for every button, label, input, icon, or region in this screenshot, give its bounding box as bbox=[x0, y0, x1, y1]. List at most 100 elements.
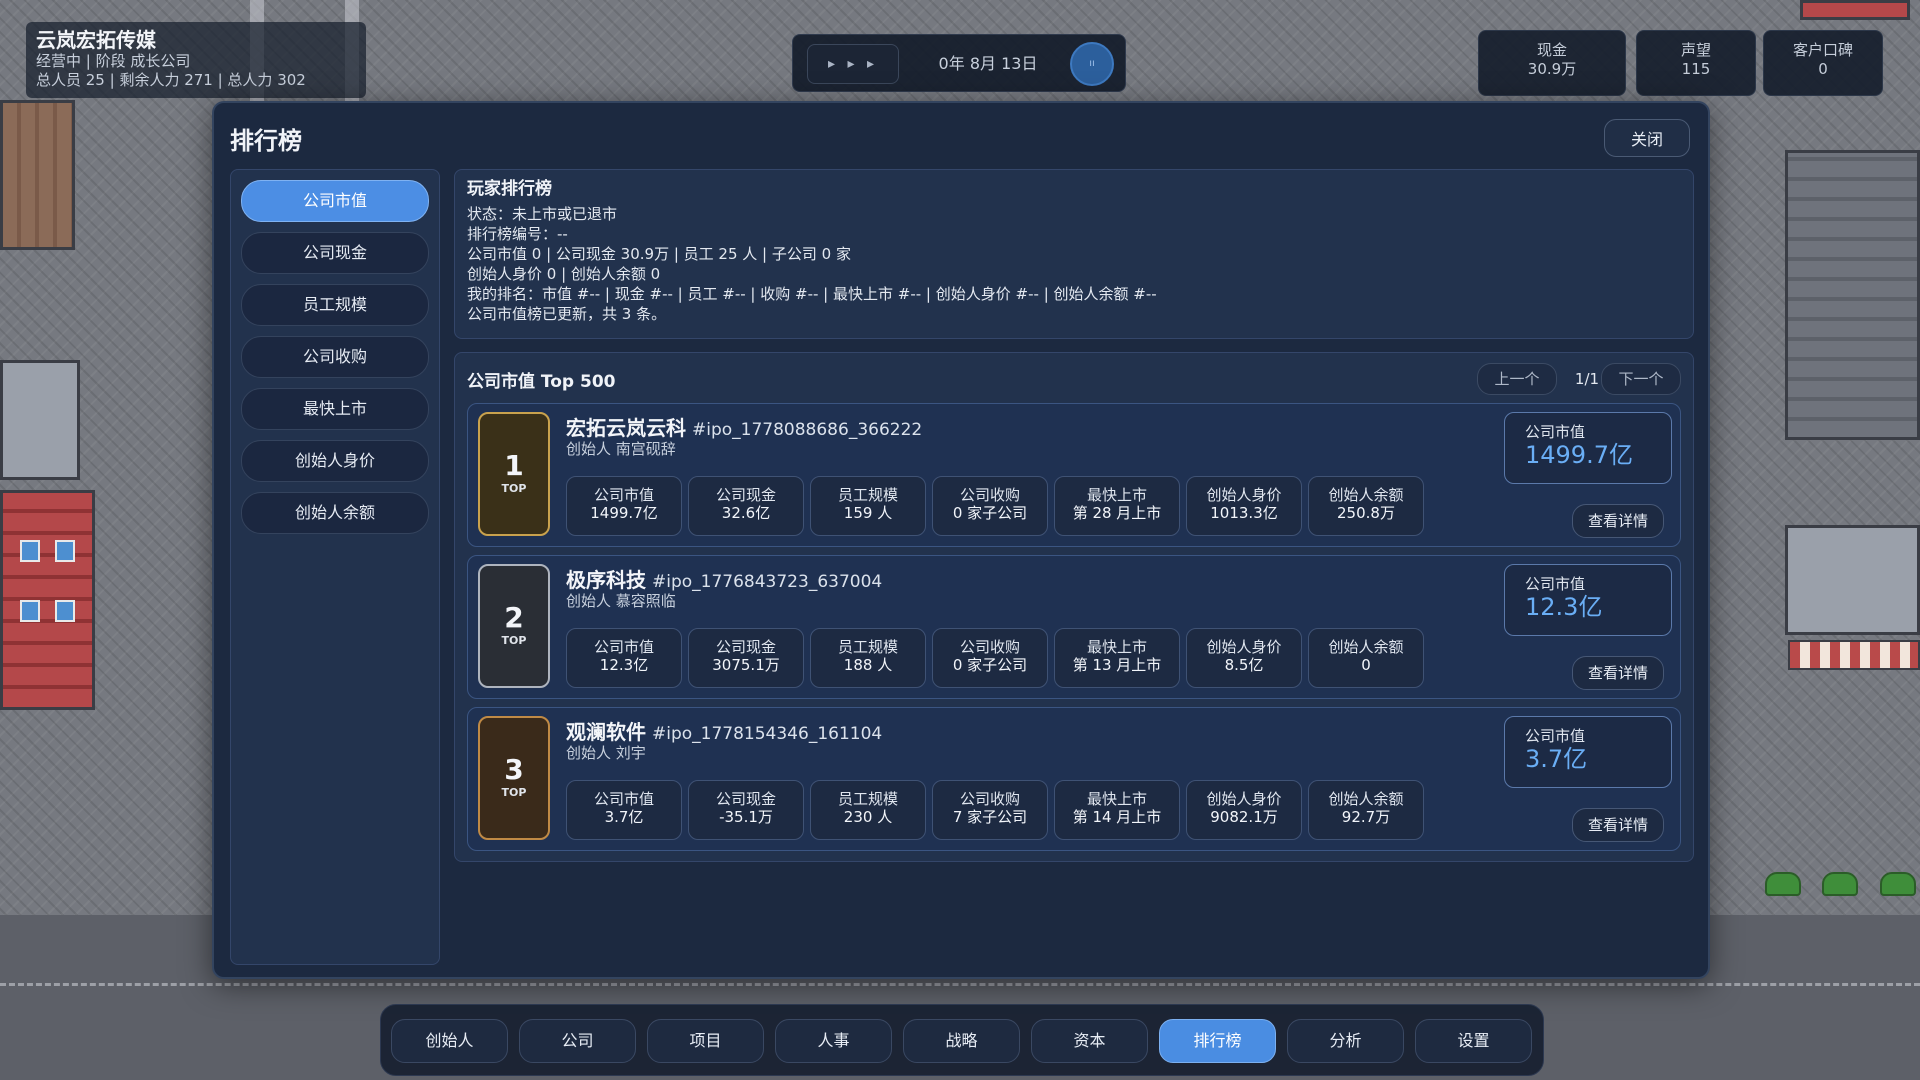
rank-badge-silver: 2 TOP bbox=[478, 564, 550, 688]
metric-value: 3075.1万 bbox=[712, 656, 780, 674]
map-tree bbox=[1765, 872, 1801, 896]
pause-button[interactable]: ıı bbox=[1070, 42, 1114, 86]
map-building bbox=[0, 360, 80, 480]
company-founder: 创始人 刘宇 bbox=[566, 744, 646, 762]
leaderboard-modal: 排行榜 关闭 公司市值 公司现金 员工规模 公司收购 最快上市 创始人身价 创始… bbox=[212, 101, 1710, 979]
nav-analysis[interactable]: 分析 bbox=[1287, 1019, 1404, 1063]
map-tree bbox=[1822, 872, 1858, 896]
metric-staff: 员工规模 159 人 bbox=[810, 476, 926, 536]
nav-settings[interactable]: 设置 bbox=[1415, 1019, 1532, 1063]
nav-projects[interactable]: 项目 bbox=[647, 1019, 764, 1063]
category-founder-worth[interactable]: 创始人身价 bbox=[241, 440, 429, 482]
metric-acquisitions: 公司收购 0 家子公司 bbox=[932, 476, 1048, 536]
category-market-value[interactable]: 公司市值 bbox=[241, 180, 429, 222]
view-details-button[interactable]: 查看详情 bbox=[1572, 656, 1664, 690]
prev-page-button[interactable]: 上一个 bbox=[1477, 363, 1557, 395]
metric-label: 公司市值 bbox=[593, 790, 654, 808]
company-title: 宏拓云岚云科 #ipo_1778088686_366222 bbox=[566, 412, 922, 441]
rank-number: 1 bbox=[504, 449, 524, 482]
stat-label: 客户口碑 bbox=[1792, 41, 1853, 59]
company-name: 观澜软件 bbox=[566, 720, 646, 744]
nav-capital[interactable]: 资本 bbox=[1031, 1019, 1148, 1063]
ranking-entry: 1 TOP 宏拓云岚云科 #ipo_1778088686_366222 创始人 南… bbox=[467, 403, 1681, 547]
map-window bbox=[20, 540, 40, 562]
market-value-amount: 1499.7亿 bbox=[1525, 441, 1633, 469]
player-ranking-title: 玩家排行榜 bbox=[467, 179, 552, 199]
metric-label: 公司市值 bbox=[593, 486, 654, 504]
rank-badge-bronze: 3 TOP bbox=[478, 716, 550, 840]
metric-value: 230 人 bbox=[843, 808, 893, 826]
ranking-entry: 3 TOP 观澜软件 #ipo_1778154346_161104 创始人 刘宇 … bbox=[467, 707, 1681, 851]
metric-value: 第 14 月上市 bbox=[1072, 808, 1162, 826]
metric-value: 7 家子公司 bbox=[952, 808, 1028, 826]
category-founder-balance[interactable]: 创始人余额 bbox=[241, 492, 429, 534]
company-status-hud: 云岚宏拓传媒 经营中 | 阶段 成长公司 总人员 25 | 剩余人力 271 |… bbox=[26, 22, 366, 98]
nav-founder[interactable]: 创始人 bbox=[391, 1019, 508, 1063]
player-update-line: 公司市值榜已更新，共 3 条。 bbox=[467, 305, 667, 323]
metric-cash: 公司现金 3075.1万 bbox=[688, 628, 804, 688]
metric-staff: 员工规模 230 人 bbox=[810, 780, 926, 840]
map-building bbox=[1785, 525, 1920, 635]
metric-market-value: 公司市值 12.3亿 bbox=[566, 628, 682, 688]
metric-label: 公司收购 bbox=[959, 486, 1020, 504]
stat-value: 30.9万 bbox=[1527, 60, 1577, 78]
metric-label: 创始人身价 bbox=[1206, 790, 1282, 808]
category-acquisitions[interactable]: 公司收购 bbox=[241, 336, 429, 378]
company-name: 云岚宏拓传媒 bbox=[36, 28, 156, 52]
metric-value: 159 人 bbox=[843, 504, 893, 522]
metric-founder-balance: 创始人余额 250.8万 bbox=[1308, 476, 1424, 536]
nav-strategy[interactable]: 战略 bbox=[903, 1019, 1020, 1063]
stat-cash: 现金 30.9万 bbox=[1478, 30, 1626, 96]
stat-value: 115 bbox=[1681, 60, 1711, 78]
metric-founder-balance: 创始人余额 92.7万 bbox=[1308, 780, 1424, 840]
company-founder: 创始人 慕容照临 bbox=[566, 592, 676, 610]
metric-label: 创始人身价 bbox=[1206, 638, 1282, 656]
time-control-bar: ▸ ▸ ▸ 0年 8月 13日 ıı bbox=[792, 34, 1126, 92]
metric-cash: 公司现金 -35.1万 bbox=[688, 780, 804, 840]
game-speed-button[interactable]: ▸ ▸ ▸ bbox=[807, 44, 899, 84]
market-value-highlight: 公司市值 12.3亿 bbox=[1504, 564, 1672, 636]
nav-leaderboard[interactable]: 排行榜 bbox=[1159, 1019, 1276, 1063]
player-ranking-panel: 玩家排行榜 状态：未上市或已退市 排行榜编号：-- 公司市值 0 | 公司现金 … bbox=[454, 169, 1694, 339]
metric-label: 最快上市 bbox=[1086, 790, 1147, 808]
company-title: 极序科技 #ipo_1776843723_637004 bbox=[566, 564, 882, 593]
metric-value: 1013.3亿 bbox=[1210, 504, 1278, 522]
metric-founder-worth: 创始人身价 9082.1万 bbox=[1186, 780, 1302, 840]
stat-label: 现金 bbox=[1536, 41, 1567, 59]
metric-fastest-ipo: 最快上市第 13 月上市 bbox=[1054, 628, 1180, 688]
metric-fastest-ipo: 最快上市第 14 月上市 bbox=[1054, 780, 1180, 840]
nav-company[interactable]: 公司 bbox=[519, 1019, 636, 1063]
metric-value: 1499.7亿 bbox=[590, 504, 658, 522]
map-building bbox=[1800, 0, 1910, 20]
metric-value: 3.7亿 bbox=[604, 808, 644, 826]
metric-cash: 公司现金 32.6亿 bbox=[688, 476, 804, 536]
rank-number: 2 bbox=[504, 601, 524, 634]
metric-value: 0 bbox=[1361, 656, 1371, 674]
category-fastest-ipo[interactable]: 最快上市 bbox=[241, 388, 429, 430]
metric-label: 员工规模 bbox=[837, 638, 898, 656]
player-board-id-line: 排行榜编号：-- bbox=[467, 225, 568, 243]
category-sidebar: 公司市值 公司现金 员工规模 公司收购 最快上市 创始人身价 创始人余额 bbox=[230, 169, 440, 965]
metric-label: 创始人余额 bbox=[1328, 486, 1404, 504]
market-value-highlight: 公司市值 3.7亿 bbox=[1504, 716, 1672, 788]
player-company-line: 公司市值 0 | 公司现金 30.9万 | 员工 25 人 | 子公司 0 家 bbox=[467, 245, 851, 263]
map-building bbox=[0, 100, 75, 250]
ranking-list-title: 公司市值 Top 500 bbox=[467, 372, 616, 392]
metric-label: 最快上市 bbox=[1086, 486, 1147, 504]
category-staff-size[interactable]: 员工规模 bbox=[241, 284, 429, 326]
metric-staff: 员工规模 188 人 bbox=[810, 628, 926, 688]
view-details-button[interactable]: 查看详情 bbox=[1572, 808, 1664, 842]
market-value-amount: 3.7亿 bbox=[1525, 745, 1588, 773]
metric-label: 公司市值 bbox=[593, 638, 654, 656]
nav-personnel[interactable]: 人事 bbox=[775, 1019, 892, 1063]
map-road-marking bbox=[0, 983, 1920, 986]
market-value-amount: 12.3亿 bbox=[1525, 593, 1603, 621]
close-button[interactable]: 关闭 bbox=[1604, 119, 1690, 157]
metric-value: 92.7万 bbox=[1341, 808, 1391, 826]
metric-value: 第 13 月上市 bbox=[1072, 656, 1162, 674]
next-page-button[interactable]: 下一个 bbox=[1601, 363, 1681, 395]
category-cash[interactable]: 公司现金 bbox=[241, 232, 429, 274]
ranking-list-panel: 公司市值 Top 500 上一个 1/1 下一个 1 TOP 宏拓云岚云科 #ip… bbox=[454, 352, 1694, 862]
view-details-button[interactable]: 查看详情 bbox=[1572, 504, 1664, 538]
company-id: #ipo_1776843723_637004 bbox=[652, 572, 883, 592]
